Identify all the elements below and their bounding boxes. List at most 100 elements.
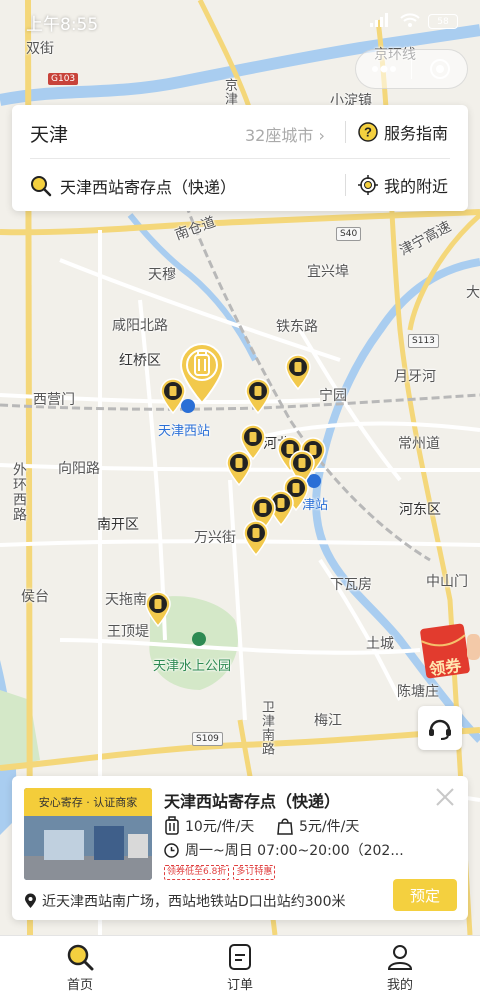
map-label: 铁东路 [276, 319, 318, 335]
tab-home[interactable]: 首页 [0, 936, 160, 999]
map-label: 中山门 [426, 574, 468, 590]
certified-tag: 安心寄存 · 认证商家 [24, 788, 152, 816]
tab-orders-label: 订单 [226, 978, 253, 993]
price-luggage-text: 10元/件/天 [185, 819, 255, 835]
tab-profile[interactable]: 我的 [320, 936, 480, 999]
city-selector[interactable]: 天津 [30, 120, 68, 147]
map-label: 梅江 [314, 713, 342, 729]
more-dots-icon [371, 65, 396, 73]
price-luggage: 10元/件/天 [164, 816, 254, 836]
search-icon [31, 176, 52, 197]
road-shield: G103 [48, 73, 79, 85]
customer-service-button[interactable] [418, 706, 462, 750]
search-query-text: 天津西站寄存点（快递） [60, 178, 237, 197]
storage-location-pin[interactable] [226, 450, 252, 487]
map-label: 外环西路 [11, 462, 27, 522]
store-photo: 安心寄存 · 认证商家 [24, 788, 152, 880]
more-button[interactable] [356, 50, 411, 88]
road-shield: S40 [336, 227, 362, 241]
road-shield: S109 [192, 732, 223, 746]
map-label: 下瓦房 [330, 577, 372, 593]
map-label: 南开区 [97, 517, 139, 533]
close-card-button[interactable] [434, 786, 456, 808]
map-label: 红桥区 [119, 353, 161, 369]
help-icon: ? [358, 122, 378, 142]
wifi-icon [400, 12, 420, 31]
map-label: 天津西站 [158, 424, 211, 439]
map-label: 卫津南路 [259, 700, 274, 756]
luggage-icon [165, 816, 179, 835]
svg-text:?: ? [364, 125, 372, 140]
coupon-label: 领券 [428, 655, 463, 680]
divider [345, 174, 346, 196]
divider [30, 158, 450, 159]
tab-profile-label: 我的 [386, 978, 413, 993]
divider [345, 121, 346, 143]
order-list-icon [229, 944, 251, 970]
target-circle-icon [429, 59, 450, 79]
location-pin-icon [25, 893, 36, 908]
tab-home-label: 首页 [66, 978, 93, 993]
map-label: 宜兴埠 [307, 264, 349, 280]
map-label: 月牙河 [394, 369, 436, 385]
map-label: 土城 [366, 636, 394, 652]
store-address: 近天津西站南广场，西站地铁站D口出站约300米 [24, 891, 346, 911]
battery-icon: 58 [428, 14, 458, 29]
mini-program-capsule [355, 49, 468, 89]
road-shield: S113 [408, 334, 439, 348]
storefront-image [24, 816, 152, 880]
map-label: 万兴街 [194, 530, 236, 546]
map-label: 王顶堤 [107, 624, 149, 640]
search-card: 天津 32座城市 › ? 服务指南 天津西站寄存点（快递） 我的附近 [12, 105, 468, 211]
tab-orders[interactable]: 订单 [160, 936, 320, 999]
chevron-right-icon: › [318, 126, 325, 145]
map-label: 河东区 [399, 502, 441, 518]
map-label: 宁园 [319, 388, 347, 404]
city-count-text: 32座城市 [245, 126, 314, 145]
bag-icon [277, 818, 293, 835]
opening-hours: 周一~周日 07:00~20:00（202... [164, 840, 404, 860]
city-count-link[interactable]: 32座城市 › [245, 122, 325, 146]
map-label: 天拖南 [105, 592, 147, 608]
map-label: 咸阳北路 [112, 318, 168, 334]
service-guide-button[interactable]: ? 服务指南 [358, 120, 448, 144]
map-label: 大 [466, 285, 480, 301]
map-label: 天津水上公园 [153, 659, 232, 674]
map-label: 向阳路 [58, 461, 100, 477]
coupon-redpacket-button[interactable]: 领券 [417, 618, 480, 680]
store-name: 天津西站寄存点（快递） [164, 792, 341, 811]
price-bag: 5元/件/天 [276, 816, 359, 836]
signal-icon [370, 12, 392, 31]
search-home-icon [67, 944, 94, 971]
status-bar: 上午8:55 58 [0, 0, 480, 44]
nearby-button[interactable]: 我的附近 [358, 173, 448, 197]
promo-badges: 领券低至6.8折 多订特惠 [164, 865, 276, 880]
clock-icon [164, 842, 179, 858]
search-input[interactable]: 天津西站寄存点（快递） [30, 174, 236, 198]
storage-location-pin[interactable] [145, 591, 171, 628]
opening-hours-text: 周一~周日 07:00~20:00（202... [185, 843, 404, 859]
status-time: 上午8:55 [26, 15, 99, 35]
store-info-card[interactable]: 安心寄存 · 认证商家 天津西站寄存点（快递） 10元/件/天 5元/件/天 周… [12, 776, 468, 920]
storage-location-pin[interactable] [243, 520, 269, 557]
service-guide-label: 服务指南 [384, 124, 449, 143]
map-label: 天穆 [148, 267, 176, 283]
storage-location-pin[interactable] [160, 378, 186, 415]
map-label: 西营门 [33, 392, 75, 408]
storage-location-pin[interactable] [285, 354, 311, 391]
price-bag-text: 5元/件/天 [299, 819, 360, 835]
map-label: 侯台 [21, 589, 49, 605]
locate-icon [358, 175, 378, 195]
user-icon [387, 945, 413, 970]
promo-badge: 多订特惠 [233, 865, 276, 880]
storage-location-pin[interactable] [245, 378, 271, 415]
close-miniprogram-button[interactable] [412, 50, 467, 88]
promo-badge: 领券低至6.8折 [164, 865, 230, 880]
bottom-tab-bar: 首页 订单 我的 [0, 935, 480, 999]
store-address-text: 近天津西站南广场，西站地铁站D口出站约300米 [42, 894, 346, 910]
headset-icon [429, 719, 451, 740]
book-button[interactable]: 预定 [393, 879, 457, 911]
map-label: 常州道 [398, 436, 440, 452]
map-label: 陈塘庄 [397, 684, 439, 700]
close-icon [436, 788, 454, 806]
